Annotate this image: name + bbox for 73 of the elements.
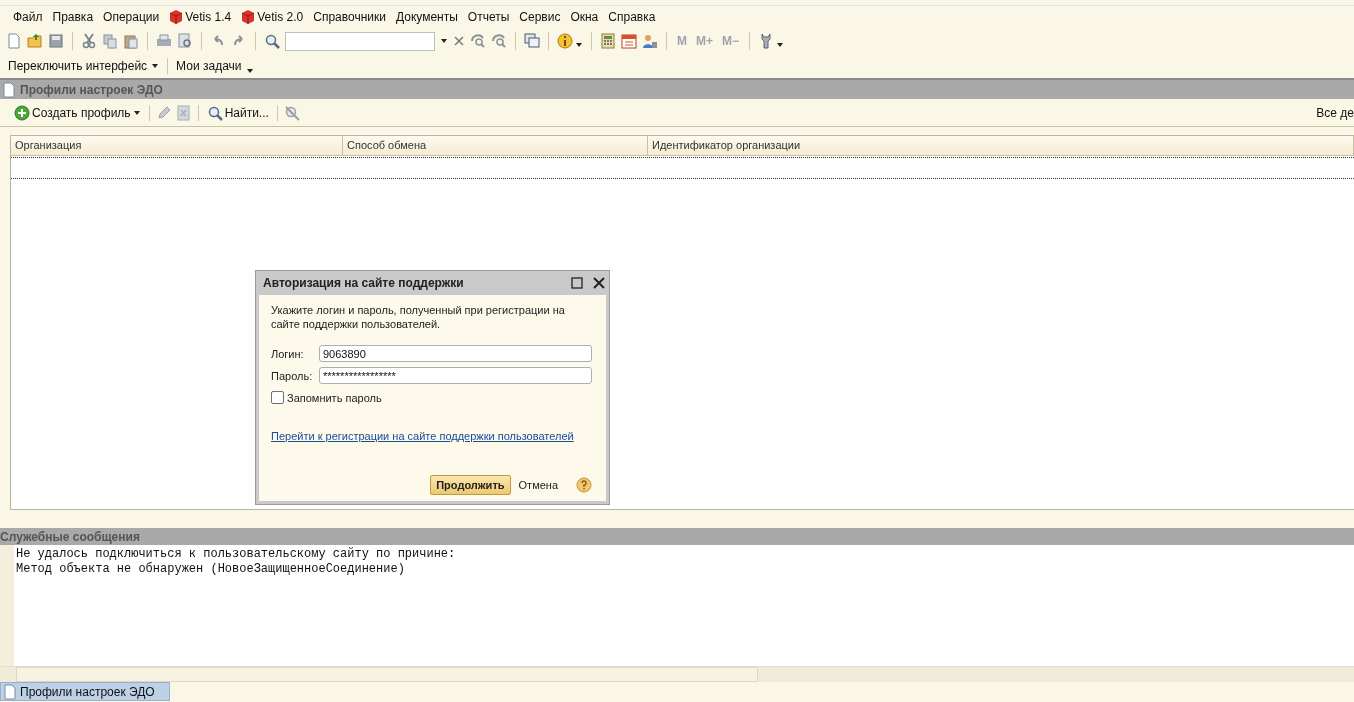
form-title: Профили настроек ЭДО bbox=[20, 82, 163, 97]
search-icon[interactable] bbox=[264, 33, 280, 49]
menu-item[interactable]: Справка bbox=[604, 8, 660, 26]
info-icon[interactable] bbox=[557, 33, 573, 49]
cube-icon bbox=[169, 9, 184, 25]
caret-icon bbox=[132, 109, 141, 117]
open-folder-icon[interactable] bbox=[27, 33, 43, 49]
cancel-search-icon[interactable] bbox=[283, 105, 300, 121]
delete-icon[interactable] bbox=[175, 105, 192, 121]
message-line: Не удалось подключиться к пользовательскому сайту по причине: bbox=[16, 547, 456, 562]
close-icon[interactable] bbox=[592, 276, 606, 290]
print-preview-icon[interactable] bbox=[177, 33, 193, 49]
cancel-button[interactable]: Отмена bbox=[516, 476, 560, 494]
column-header[interactable]: Идентификатор организации bbox=[648, 136, 1354, 155]
caret-icon[interactable] bbox=[440, 37, 448, 45]
new-document-icon[interactable] bbox=[6, 33, 22, 49]
my-tasks-button[interactable]: Мои задачи bbox=[172, 57, 258, 75]
document-icon bbox=[3, 683, 17, 700]
search-icon bbox=[206, 105, 223, 121]
window-tab[interactable]: Профили настроек ЭДО bbox=[0, 682, 170, 701]
registration-link[interactable]: Перейти к регистрации на сайте поддержки пользователей bbox=[271, 430, 574, 442]
menu-item[interactable]: Справочники bbox=[309, 8, 390, 26]
switch-interface-button[interactable]: Переключить интерфейс bbox=[4, 59, 164, 73]
selected-row[interactable] bbox=[11, 157, 1354, 179]
menu-item[interactable]: Окна bbox=[566, 8, 603, 26]
cut-icon[interactable] bbox=[81, 33, 97, 49]
horizontal-scrollbar[interactable] bbox=[16, 667, 758, 682]
password-field[interactable]: ***************** bbox=[319, 367, 592, 384]
caret-icon bbox=[245, 67, 254, 75]
menu-item[interactable]: Операции bbox=[99, 8, 164, 26]
login-field[interactable]: 9063890 bbox=[319, 345, 592, 362]
field-label: Пароль: bbox=[271, 369, 314, 382]
checkbox-label: Запомнить пароль bbox=[287, 391, 382, 404]
users-icon[interactable] bbox=[642, 33, 658, 49]
menu-item[interactable]: Vetis 1.4 bbox=[165, 7, 236, 27]
paste-icon[interactable] bbox=[123, 33, 139, 49]
search-field[interactable] bbox=[285, 31, 435, 51]
menu-item[interactable]: Vetis 2.0 bbox=[237, 7, 308, 27]
all-actions-button[interactable]: Все де bbox=[1314, 106, 1354, 120]
field-label: Логин: bbox=[271, 347, 305, 360]
find-button[interactable]: Найти... bbox=[204, 105, 271, 121]
document-icon bbox=[2, 81, 16, 98]
column-header[interactable]: Организация bbox=[11, 136, 343, 155]
print-icon[interactable] bbox=[156, 33, 172, 49]
windows-icon[interactable] bbox=[524, 33, 540, 49]
menu-item[interactable]: Сервис bbox=[515, 8, 565, 26]
help-icon[interactable] bbox=[576, 477, 592, 493]
save-icon[interactable] bbox=[48, 33, 64, 49]
copy-icon[interactable] bbox=[102, 33, 118, 49]
dialog-title: Авторизация на сайте поддержки bbox=[263, 276, 465, 290]
caret-icon[interactable] bbox=[776, 41, 785, 49]
menu-item[interactable]: Отчеты bbox=[463, 8, 514, 26]
create-profile-button[interactable]: Создать профиль bbox=[12, 105, 143, 121]
find-next-icon[interactable] bbox=[470, 33, 486, 49]
add-icon bbox=[14, 105, 30, 121]
menu-item[interactable]: Документы bbox=[391, 8, 462, 26]
message-line: Метод объекта не обнаружен (НовоеЗащищенноеСоединение) bbox=[16, 562, 406, 577]
remember-checkbox[interactable] bbox=[271, 391, 284, 404]
maximize-icon[interactable] bbox=[570, 276, 584, 290]
clear-icon[interactable] bbox=[453, 35, 465, 47]
find-previous-icon[interactable] bbox=[491, 33, 507, 49]
continue-button[interactable]: Продолжить bbox=[430, 475, 511, 495]
menu-item[interactable]: Правка bbox=[48, 8, 98, 26]
column-header[interactable]: Способ обмена bbox=[343, 136, 648, 155]
calendar-icon[interactable] bbox=[621, 33, 637, 49]
caret-icon bbox=[151, 62, 160, 70]
caret-icon[interactable] bbox=[575, 41, 583, 49]
menu-item[interactable]: Файл bbox=[9, 8, 47, 26]
instruction-text: Укажите логин и пароль, полученный при регистрации на сайте поддержки пользователей. bbox=[271, 303, 566, 331]
cube-icon bbox=[241, 9, 256, 25]
calculator-icon[interactable] bbox=[600, 33, 616, 49]
pencil-icon[interactable] bbox=[155, 105, 172, 121]
messages-title: Служебные сообщения bbox=[0, 529, 140, 544]
